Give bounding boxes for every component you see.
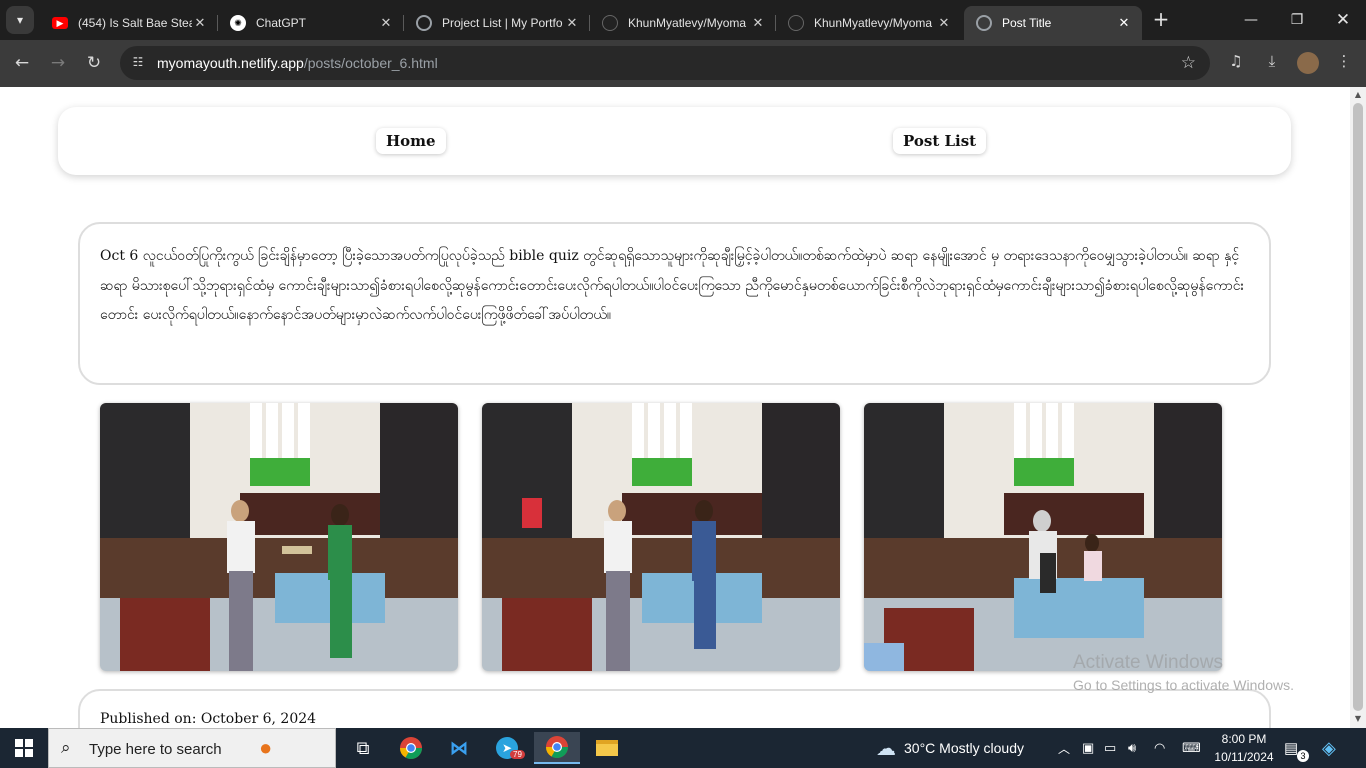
clock-time: 8:00 PM	[1221, 732, 1267, 746]
tab-project-list[interactable]: Project List | My Portfo ✕	[404, 6, 590, 40]
nav-postlist-link[interactable]: Post List	[893, 128, 987, 154]
url-text: myomayouth.netlify.app/posts/october_6.h…	[157, 55, 438, 71]
tab-youtube[interactable]: ▶ (454) Is Salt Bae Steak ✕	[40, 6, 218, 40]
tab-github-1[interactable]: KhunMyatlevy/Myoma ✕	[590, 6, 776, 40]
scroll-down-arrow[interactable]: ▼	[1350, 712, 1366, 726]
close-window-icon[interactable]: ✕	[1320, 0, 1366, 40]
profile-avatar[interactable]	[1297, 52, 1319, 74]
tab-title: ChatGPT	[256, 16, 307, 30]
site-info-icon[interactable]: ☷	[130, 55, 146, 71]
clock-date: 10/11/2024	[1214, 750, 1274, 764]
weather-widget[interactable]: ☁ 30°C Mostly cloudy	[876, 728, 1024, 768]
github-icon	[788, 15, 804, 31]
globe-icon	[416, 15, 432, 31]
search-icon: ⌕	[61, 738, 71, 757]
post-photo-2	[482, 403, 840, 671]
restore-icon[interactable]: ❐	[1274, 0, 1320, 40]
bookmark-star-icon[interactable]: ☆	[1181, 53, 1196, 73]
windows-start-button[interactable]	[0, 728, 48, 768]
show-hidden-icons[interactable]: ︿	[1058, 728, 1070, 768]
tab-title: (454) Is Salt Bae Steak	[78, 16, 192, 30]
telegram-app-icon[interactable]: ➤ 79	[484, 732, 530, 764]
back-icon[interactable]: ←	[10, 51, 34, 75]
task-view-icon[interactable]: ⧉	[340, 732, 386, 764]
minimize-icon[interactable]: —	[1228, 0, 1274, 40]
globe-icon	[976, 15, 992, 31]
scroll-thumb[interactable]	[1353, 103, 1363, 711]
close-tab-icon[interactable]: ✕	[192, 15, 208, 31]
church-award-photo	[864, 403, 1222, 671]
forward-icon[interactable]: →	[46, 51, 70, 75]
taskbar-search-box[interactable]: ⌕ Type here to search ●	[48, 728, 336, 768]
language-icon[interactable]: ⌨	[1182, 728, 1201, 768]
tab-github-2[interactable]: KhunMyatlevy/Myoma ✕	[776, 6, 962, 40]
cloud-icon: ☁	[876, 737, 896, 760]
tab-title: Post Title	[1002, 16, 1052, 30]
telegram-badge: 79	[510, 750, 525, 759]
weather-text: 30°C Mostly cloudy	[904, 740, 1024, 756]
tab-title: Project List | My Portfo	[442, 16, 563, 30]
wifi-icon[interactable]: ◠	[1154, 728, 1165, 768]
close-tab-icon[interactable]: ✕	[378, 15, 394, 31]
post-photo-3	[864, 403, 1222, 671]
chrome-app-icon[interactable]	[388, 732, 434, 764]
notification-center-icon[interactable]: ▤ 3	[1284, 728, 1309, 768]
vscode-app-icon[interactable]: ⋈	[436, 732, 482, 764]
close-tab-icon[interactable]: ✕	[564, 15, 580, 31]
battery-icon[interactable]: ▭	[1104, 728, 1116, 768]
download-icon[interactable]: ⤓	[1260, 52, 1284, 70]
post-body-text: Oct 6 လူငယ်ဝတ်ပြုကိုးကွယ် ခြင်းချိန်မှာတ…	[100, 248, 1245, 323]
windows-logo-icon	[15, 739, 33, 757]
windows-taskbar: ⌕ Type here to search ● ⧉ ⋈ ➤ 79 ☁ 30°C …	[0, 728, 1366, 768]
search-placeholder: Type here to search	[89, 741, 222, 758]
address-bar[interactable]: ☷ myomayouth.netlify.app/posts/october_6…	[120, 46, 1210, 80]
close-tab-icon[interactable]: ✕	[750, 15, 766, 31]
github-icon	[602, 15, 618, 31]
close-tab-icon[interactable]: ✕	[936, 15, 952, 31]
meet-now-icon[interactable]: ▣	[1082, 728, 1094, 768]
tab-post-title[interactable]: Post Title ✕	[964, 6, 1142, 40]
close-tab-icon[interactable]: ✕	[1116, 15, 1132, 31]
tab-title: KhunMyatlevy/Myoma	[628, 16, 747, 30]
chrome-active-app-icon[interactable]	[534, 732, 580, 764]
reload-icon[interactable]: ↻	[82, 51, 106, 75]
browser-toolbar: ← → ↻ ☷ myomayouth.netlify.app/posts/oct…	[0, 40, 1366, 87]
media-control-icon[interactable]: ♫	[1224, 52, 1248, 70]
browser-tab-strip: ▾ ▶ (454) Is Salt Bae Steak ✕ ✺ ChatGPT …	[0, 0, 1366, 40]
page-scrollbar[interactable]: ▲ ▼	[1350, 87, 1366, 728]
web-page: Home Post List Oct 6 လူငယ်ဝတ်ပြုကိုးကွယ်…	[0, 87, 1350, 728]
scroll-up-arrow[interactable]: ▲	[1350, 88, 1366, 102]
activate-windows-subtitle: Go to Settings to activate Windows.	[1073, 677, 1294, 693]
url-host: myomayouth.netlify.app	[157, 55, 304, 71]
new-tab-button[interactable]: +	[1150, 9, 1172, 31]
nav-home-link[interactable]: Home	[376, 128, 446, 154]
published-date: Published on: October 6, 2024	[100, 711, 317, 727]
chatgpt-icon: ✺	[230, 15, 246, 31]
copilot-icon[interactable]: ◈	[1322, 728, 1336, 768]
tab-search-button[interactable]: ▾	[6, 6, 34, 34]
site-navbar: Home Post List	[58, 107, 1291, 175]
church-award-photo	[482, 403, 840, 671]
system-clock[interactable]: 8:00 PM 10/11/2024	[1212, 730, 1276, 766]
tab-chatgpt[interactable]: ✺ ChatGPT ✕	[218, 6, 404, 40]
file-explorer-app-icon[interactable]	[584, 732, 630, 764]
post-photo-1	[100, 403, 458, 671]
menu-icon[interactable]: ⋮	[1332, 52, 1356, 70]
notification-count-badge: 3	[1297, 750, 1309, 762]
post-content-card: Oct 6 လူငယ်ဝတ်ပြုကိုးကွယ် ခြင်းချိန်မှာတ…	[78, 222, 1271, 385]
church-award-photo	[100, 403, 458, 671]
tab-title: KhunMyatlevy/Myoma	[814, 16, 933, 30]
activate-windows-title: Activate Windows	[1073, 652, 1223, 673]
youtube-icon: ▶	[52, 17, 68, 29]
volume-icon[interactable]: 🔊︎	[1128, 728, 1136, 768]
url-path: /posts/october_6.html	[303, 55, 438, 71]
post-meta-card: Published on: October 6, 2024	[78, 689, 1271, 728]
halloween-pumpkin-icon: ●	[259, 735, 273, 760]
